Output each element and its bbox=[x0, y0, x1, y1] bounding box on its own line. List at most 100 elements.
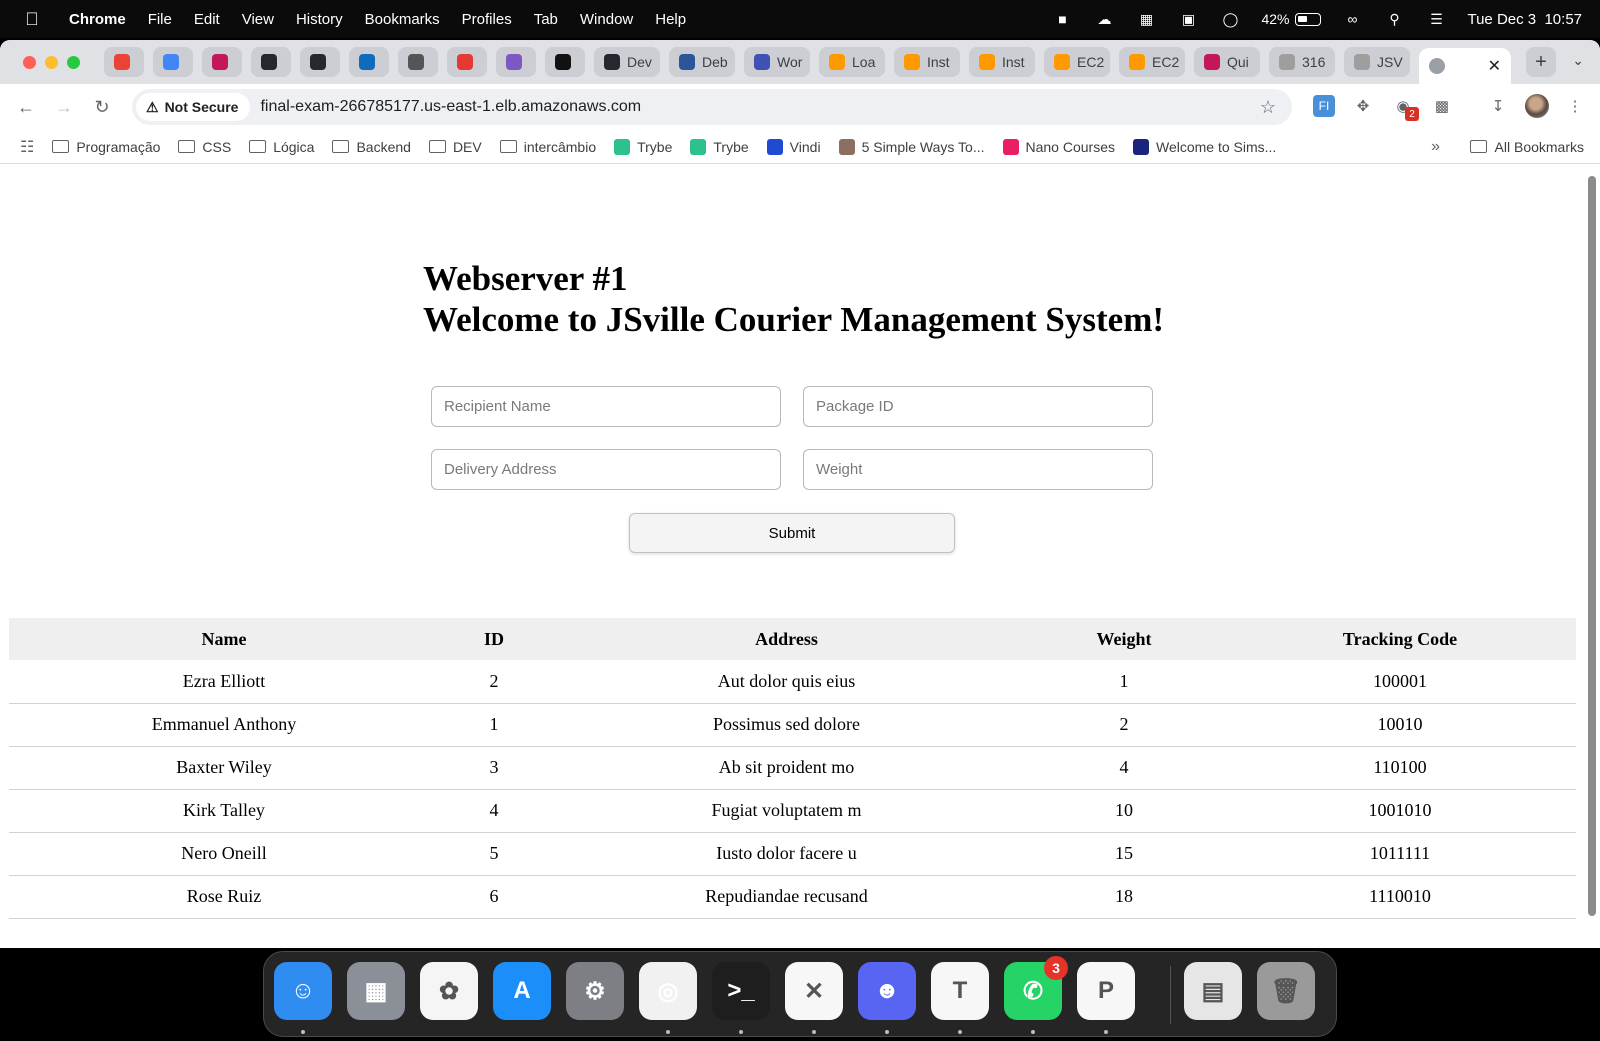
spotlight-search-icon[interactable]: ⚲ bbox=[1383, 10, 1405, 28]
bookmark-6[interactable]: Trybe bbox=[614, 138, 672, 155]
tab-17[interactable]: EC2 bbox=[1119, 47, 1185, 77]
finder-icon[interactable]: ☺ bbox=[274, 962, 332, 1020]
url-text[interactable]: final-exam-266785177.us-east-1.elb.amazo… bbox=[260, 98, 641, 116]
submit-button[interactable]: Submit bbox=[629, 513, 955, 553]
tab-15[interactable]: Inst bbox=[969, 47, 1035, 77]
tab-10[interactable]: Dev bbox=[594, 47, 660, 77]
extension-badged-icon[interactable]: ◉ 2 bbox=[1392, 95, 1419, 121]
bookmark-star-icon[interactable]: ☆ bbox=[1260, 97, 1276, 118]
back-button[interactable]: ← bbox=[14, 95, 38, 119]
tab-8[interactable] bbox=[496, 47, 536, 77]
tab-18[interactable]: Qui bbox=[1194, 47, 1260, 77]
whatsapp-icon[interactable]: ✆ 3 bbox=[1004, 956, 1068, 1020]
bookmark-8[interactable]: Vindi bbox=[766, 138, 821, 155]
menubar-datetime[interactable]: Tue Dec 3 10:57 bbox=[1467, 11, 1582, 28]
tab-19[interactable]: 316 bbox=[1269, 47, 1335, 77]
powerpoint-icon[interactable]: P bbox=[1077, 962, 1135, 1020]
menu-help[interactable]: Help bbox=[655, 11, 686, 28]
recipient-name-input[interactable] bbox=[431, 386, 781, 427]
zoom-window-button[interactable] bbox=[67, 55, 80, 69]
page-scrollbar[interactable] bbox=[1584, 172, 1600, 948]
chrome-menu-icon[interactable]: ⋮ bbox=[1564, 95, 1586, 117]
pdf-document-icon[interactable]: ▤ bbox=[1184, 962, 1242, 1020]
delivery-address-input[interactable] bbox=[431, 449, 781, 490]
new-tab-button[interactable]: + bbox=[1526, 47, 1556, 77]
bookmark-2[interactable]: Lógica bbox=[249, 139, 314, 155]
system-settings-icon[interactable]: ⚙ bbox=[566, 962, 624, 1020]
launchpad-icon[interactable]: ▦ bbox=[347, 962, 405, 1020]
bookmark-10[interactable]: Nano Courses bbox=[1002, 138, 1115, 155]
cloud-sync-icon[interactable]: ☁ bbox=[1093, 10, 1115, 28]
discord-icon[interactable]: ☻ bbox=[858, 962, 916, 1020]
downloads-icon[interactable]: ↧ bbox=[1487, 95, 1509, 117]
tab-5[interactable] bbox=[349, 47, 389, 77]
app-store-icon[interactable]: A bbox=[493, 962, 551, 1020]
link-icon[interactable]: ∞ bbox=[1341, 10, 1363, 28]
reload-button[interactable]: ↻ bbox=[90, 95, 114, 119]
tab-2[interactable] bbox=[202, 47, 242, 77]
tab-0[interactable] bbox=[104, 47, 144, 77]
text-app-icon[interactable]: ▣ bbox=[1177, 10, 1199, 28]
teams-status-icon[interactable]: ■ bbox=[1051, 10, 1073, 28]
tab-6[interactable] bbox=[398, 47, 438, 77]
tab-4[interactable] bbox=[300, 47, 340, 77]
tab-7[interactable] bbox=[447, 47, 487, 77]
extension-fi-icon[interactable]: FI bbox=[1313, 95, 1335, 117]
tab-search-chevron-icon[interactable]: ⌄ bbox=[1572, 52, 1584, 69]
forward-button[interactable]: → bbox=[52, 95, 76, 119]
teams-icon[interactable]: T bbox=[931, 962, 989, 1020]
menu-history[interactable]: History bbox=[296, 11, 343, 28]
tab-9[interactable] bbox=[545, 47, 585, 77]
close-tab-icon[interactable]: ✕ bbox=[1488, 56, 1501, 76]
menu-edit[interactable]: Edit bbox=[194, 11, 220, 28]
bookmark-7[interactable]: Trybe bbox=[690, 138, 749, 155]
scrollbar-thumb[interactable] bbox=[1588, 176, 1596, 916]
control-center-icon[interactable]: ☰ bbox=[1425, 10, 1447, 28]
menu-profiles[interactable]: Profiles bbox=[462, 11, 512, 28]
apple-menu-icon[interactable]:  bbox=[20, 9, 44, 30]
more-bookmarks-chevron-icon[interactable]: » bbox=[1431, 138, 1440, 156]
menu-bookmarks[interactable]: Bookmarks bbox=[365, 11, 440, 28]
package-id-input[interactable] bbox=[803, 386, 1153, 427]
apps-grid-icon[interactable]: ☷ bbox=[20, 137, 34, 157]
tab-13[interactable]: Loa bbox=[819, 47, 885, 77]
table-row: Kirk Talley 4 Fugiat voluptatem m 10 1001010 bbox=[9, 789, 1576, 833]
chrome-icon[interactable]: ◎ bbox=[639, 962, 697, 1020]
bookmark-1[interactable]: CSS bbox=[178, 139, 231, 155]
weight-input[interactable] bbox=[803, 449, 1153, 490]
vscode-icon[interactable]: ✕ bbox=[785, 962, 843, 1020]
extension-move-icon[interactable]: ✥ bbox=[1352, 95, 1374, 117]
menu-view[interactable]: View bbox=[242, 11, 274, 28]
trash-icon[interactable]: 🗑 bbox=[1257, 962, 1315, 1020]
menu-window[interactable]: Window bbox=[580, 11, 633, 28]
tab-active-jsville[interactable]: ✕ bbox=[1419, 48, 1511, 84]
tab-12[interactable]: Wor bbox=[744, 47, 810, 77]
vpn-shield-icon[interactable]: ◯ bbox=[1219, 10, 1241, 28]
tab-16[interactable]: EC2 bbox=[1044, 47, 1110, 77]
bookmark-11[interactable]: Welcome to Sims... bbox=[1133, 138, 1276, 155]
minimize-window-button[interactable] bbox=[45, 55, 58, 69]
bookmark-5[interactable]: intercâmbio bbox=[499, 139, 596, 155]
battery-indicator[interactable]: 42% bbox=[1261, 11, 1322, 27]
terminal-icon[interactable]: >_ bbox=[712, 962, 770, 1020]
tab-11[interactable]: Deb bbox=[669, 47, 735, 77]
all-bookmarks-folder[interactable]: All Bookmarks bbox=[1469, 139, 1584, 155]
close-window-button[interactable] bbox=[23, 55, 36, 69]
extensions-puzzle-icon[interactable]: ▩ bbox=[1431, 95, 1453, 117]
bookmark-0[interactable]: Programação bbox=[52, 139, 160, 155]
address-bar[interactable]: ⚠ Not Secure final-exam-266785177.us-eas… bbox=[132, 89, 1292, 125]
tab-20[interactable]: JSV bbox=[1344, 47, 1410, 77]
photos-icon[interactable]: ✿ bbox=[420, 962, 478, 1020]
tab-3[interactable] bbox=[251, 47, 291, 77]
tab-14[interactable]: Inst bbox=[894, 47, 960, 77]
menu-tab[interactable]: Tab bbox=[534, 11, 558, 28]
tab-1[interactable] bbox=[153, 47, 193, 77]
b-app-icon[interactable]: ▦ bbox=[1135, 10, 1157, 28]
site-info-chip[interactable]: ⚠ Not Secure bbox=[136, 93, 251, 121]
menu-file[interactable]: File bbox=[148, 11, 172, 28]
profile-avatar[interactable] bbox=[1525, 94, 1549, 118]
bookmark-4[interactable]: DEV bbox=[428, 139, 482, 155]
bookmark-9[interactable]: 5 Simple Ways To... bbox=[838, 138, 985, 155]
menu-app-chrome[interactable]: Chrome bbox=[69, 11, 126, 28]
bookmark-3[interactable]: Backend bbox=[332, 139, 411, 155]
